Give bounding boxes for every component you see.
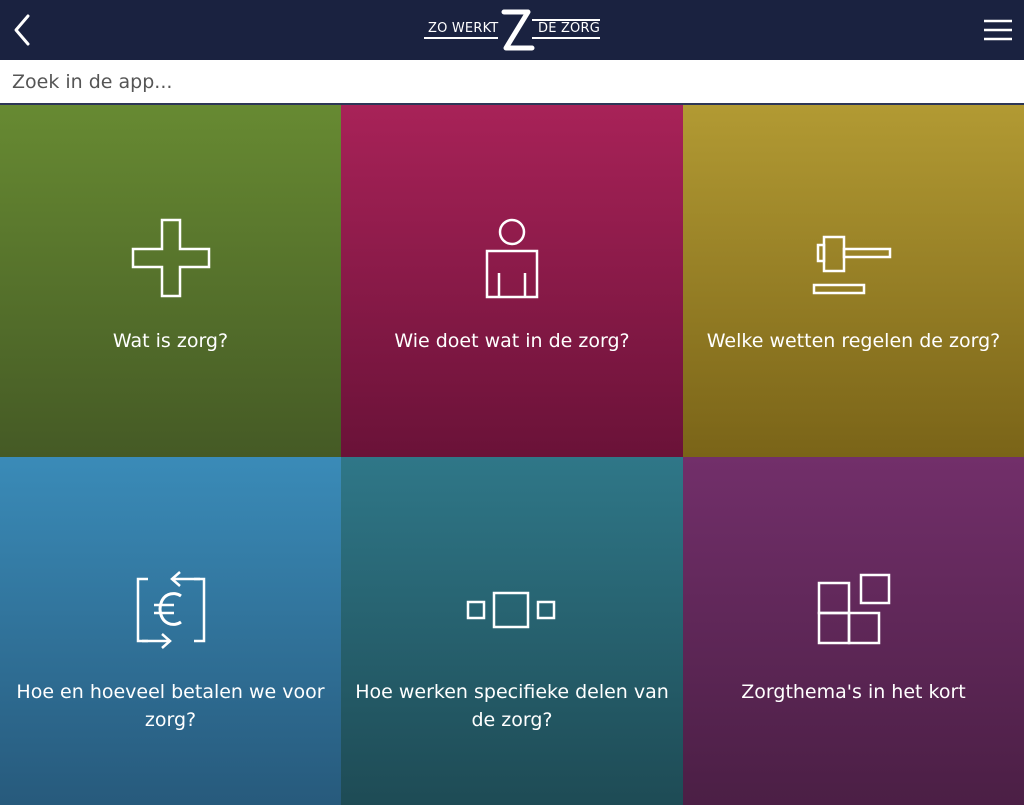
tile-label: Wat is zorg? (112, 330, 229, 352)
app-logo: ZO WERKT DE ZORG (422, 6, 602, 54)
top-bar: ZO WERKT DE ZORG (0, 0, 1024, 60)
search-input[interactable] (0, 60, 1024, 103)
tile-label: Zorgthema's in het kort (741, 681, 966, 703)
plus-cross-icon (131, 218, 210, 298)
tile-hoe-werken[interactable]: Hoe werken specifieke delen van de zorg? (341, 457, 683, 805)
tile-welke-wetten[interactable]: Welke wetten regelen de zorg? (683, 105, 1024, 457)
menu-button[interactable] (978, 12, 1018, 48)
gavel-icon (812, 235, 891, 295)
back-button[interactable] (6, 10, 42, 50)
squares-row-icon (466, 591, 556, 629)
euro-exchange-icon (136, 571, 205, 649)
tile-label: Hoe werken specifieke delen van de zorg? (355, 681, 669, 731)
stacked-squares-icon (817, 573, 890, 645)
tile-hoe-betalen[interactable]: Hoe en hoeveel betalen we voor zorg? (0, 457, 341, 805)
tile-label: Wie doet wat in de zorg? (394, 330, 630, 352)
logo-text-left: ZO WERKT (428, 21, 499, 36)
person-icon (485, 218, 539, 299)
tile-wat-is-zorg[interactable]: Wat is zorg? (0, 105, 341, 457)
search-bar (0, 60, 1024, 105)
chevron-left-icon (14, 14, 30, 46)
logo-text-right: DE ZORG (538, 21, 601, 36)
tile-zorgthemas[interactable]: Zorgthema's in het kort (683, 457, 1024, 805)
tile-wie-doet-wat[interactable]: Wie doet wat in de zorg? (341, 105, 683, 457)
tile-label: Hoe en hoeveel betalen we voor zorg? (16, 681, 325, 731)
hamburger-menu-icon (984, 19, 1012, 41)
tile-label: Welke wetten regelen de zorg? (706, 330, 1001, 352)
